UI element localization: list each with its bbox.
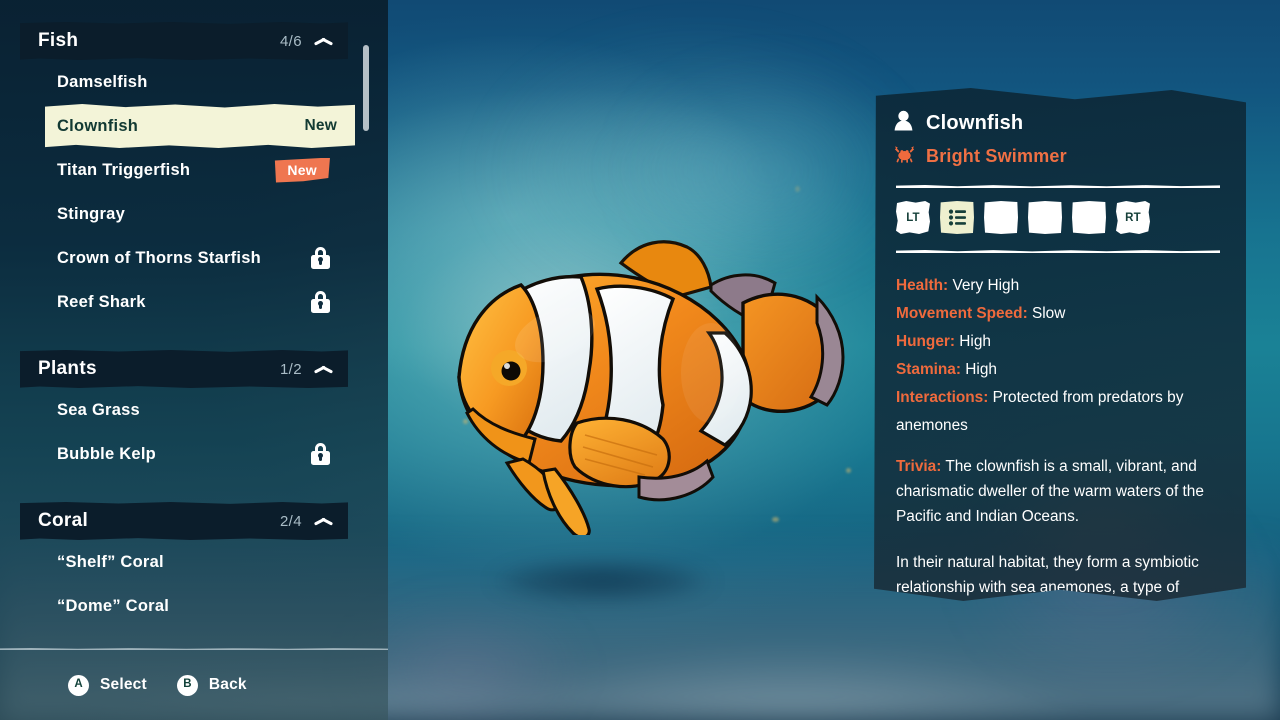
trivia-paragraph: Trivia: The clownfish is a small, vibran… xyxy=(894,455,1222,530)
stat-key: Hunger: xyxy=(896,333,955,351)
tab-glyph: LT xyxy=(896,201,930,234)
entry-label: Damselfish xyxy=(57,72,148,91)
tab-lt[interactable]: LT xyxy=(896,201,930,234)
tab-glyph xyxy=(984,201,1018,234)
creature-name: Clownfish xyxy=(926,111,1024,134)
button-hint-label: Back xyxy=(208,676,247,693)
stat-row: Stamina: High xyxy=(896,356,1222,384)
stat-key: Health: xyxy=(896,277,949,294)
category-name: Plants xyxy=(38,358,97,379)
chevron-up-icon[interactable] xyxy=(314,363,334,375)
crab-icon xyxy=(894,145,915,168)
shoulder-label: LT xyxy=(906,211,920,224)
creature-model-clownfish xyxy=(425,225,855,539)
new-badge: New xyxy=(274,157,330,183)
info-tab-row[interactable]: LT RT xyxy=(894,201,1222,234)
entry-label: Reef Shark xyxy=(57,292,146,311)
info-title-row: Clownfish xyxy=(894,110,1222,136)
divider-top xyxy=(896,185,1220,188)
entry-label: Bubble Kelp xyxy=(57,444,157,463)
category-name: Coral xyxy=(38,510,89,531)
tab-overview[interactable] xyxy=(940,201,974,234)
stat-row: Movement Speed: Slow xyxy=(896,300,1222,328)
sidebar-scrollbar[interactable] xyxy=(363,45,369,131)
category-list[interactable]: Fish 4/6 Damselfish Clownfish New Titan … xyxy=(0,0,388,648)
tab-care[interactable] xyxy=(1072,201,1106,234)
trivia-label: Trivia: xyxy=(896,458,942,476)
stat-row: Hunger: High xyxy=(896,328,1222,356)
particle-mote xyxy=(795,186,800,192)
list-item[interactable]: Bubble Kelp xyxy=(20,432,348,476)
category-count: 4/6 xyxy=(279,32,302,50)
chevron-up-icon[interactable] xyxy=(314,35,334,47)
entry-label: Titan Triggerfish xyxy=(57,160,191,179)
button-hint-back[interactable]: B Back xyxy=(176,674,247,696)
entry-label: Sea Grass xyxy=(57,400,140,419)
list-item[interactable]: “Shelf” Coral xyxy=(20,540,348,584)
list-item[interactable]: Sea Grass xyxy=(20,388,348,432)
stat-value: Slow xyxy=(1031,305,1066,323)
stat-key: Interactions: xyxy=(896,389,989,407)
tab-food[interactable] xyxy=(984,201,1018,234)
list-item[interactable]: “Dome” Coral xyxy=(20,584,348,628)
category-header-fish[interactable]: Fish 4/6 xyxy=(20,22,348,60)
list-item[interactable]: Titan Triggerfish New xyxy=(20,148,348,192)
entry-label: “Shelf” Coral xyxy=(57,552,164,571)
stat-value: Very High xyxy=(952,277,1020,294)
creature-shadow xyxy=(460,553,745,609)
stat-row: Health: Very High xyxy=(896,272,1222,300)
lock-icon xyxy=(311,291,330,313)
stat-key: Stamina: xyxy=(896,361,961,379)
entry-new-label: New xyxy=(304,117,337,134)
divider-bottom xyxy=(896,250,1220,253)
tab-glyph xyxy=(1072,201,1106,234)
list-item[interactable]: Crown of Thorns Starfish xyxy=(20,236,348,280)
entry-label: “Dome” Coral xyxy=(57,596,170,615)
info-subtitle-row: Bright Swimmer xyxy=(894,145,1222,168)
encyclopedia-sidebar: Fish 4/6 Damselfish Clownfish New Titan … xyxy=(0,0,388,720)
gamepad-button-b-icon: B xyxy=(176,674,198,696)
button-hints-bar: A Select B Back xyxy=(0,650,388,720)
stat-value: High xyxy=(965,361,997,379)
entry-label: Crown of Thorns Starfish xyxy=(57,248,261,267)
category-header-coral[interactable]: Coral 2/4 xyxy=(20,502,348,540)
tab-tasks[interactable] xyxy=(1028,201,1062,234)
category-name: Fish xyxy=(38,30,79,51)
person-icon xyxy=(894,110,913,136)
stat-value: High xyxy=(959,333,991,351)
tab-glyph xyxy=(1028,201,1062,234)
creature-info-panel: Clownfish Bright Swimmer LT RT Health: V… xyxy=(874,88,1246,601)
creature-subtitle: Bright Swimmer xyxy=(926,146,1067,166)
gamepad-button-a-icon: A xyxy=(68,674,89,696)
entry-label: Clownfish xyxy=(57,116,139,135)
stat-key: Movement Speed: xyxy=(896,305,1028,323)
button-hint-label: Select xyxy=(100,676,147,693)
stat-row: Interactions: Protected from predators b… xyxy=(896,384,1222,440)
trivia-text: The clownfish is a small, vibrant, and c… xyxy=(896,458,1204,526)
lock-icon xyxy=(311,247,330,269)
creature-stats: Health: Very High Movement Speed: Slow H… xyxy=(894,272,1222,440)
tab-glyph xyxy=(940,201,974,234)
button-hint-select[interactable]: A Select xyxy=(68,674,147,696)
list-item[interactable]: Reef Shark xyxy=(20,280,348,324)
entry-label: Stingray xyxy=(57,204,126,223)
chevron-up-icon[interactable] xyxy=(314,515,334,527)
list-item[interactable]: Damselfish xyxy=(20,60,348,104)
tab-glyph: RT xyxy=(1116,201,1150,234)
category-count: 1/2 xyxy=(279,360,302,378)
lock-icon xyxy=(311,443,330,465)
shoulder-label: RT xyxy=(1125,211,1141,224)
category-count: 2/4 xyxy=(279,512,302,530)
tab-rt[interactable]: RT xyxy=(1116,201,1150,234)
list-item[interactable]: Stingray xyxy=(20,192,348,236)
list-item[interactable]: Clownfish New xyxy=(45,104,355,148)
category-header-plants[interactable]: Plants 1/2 xyxy=(20,350,348,388)
encyclopedia-screen: Fish 4/6 Damselfish Clownfish New Titan … xyxy=(0,0,1280,720)
